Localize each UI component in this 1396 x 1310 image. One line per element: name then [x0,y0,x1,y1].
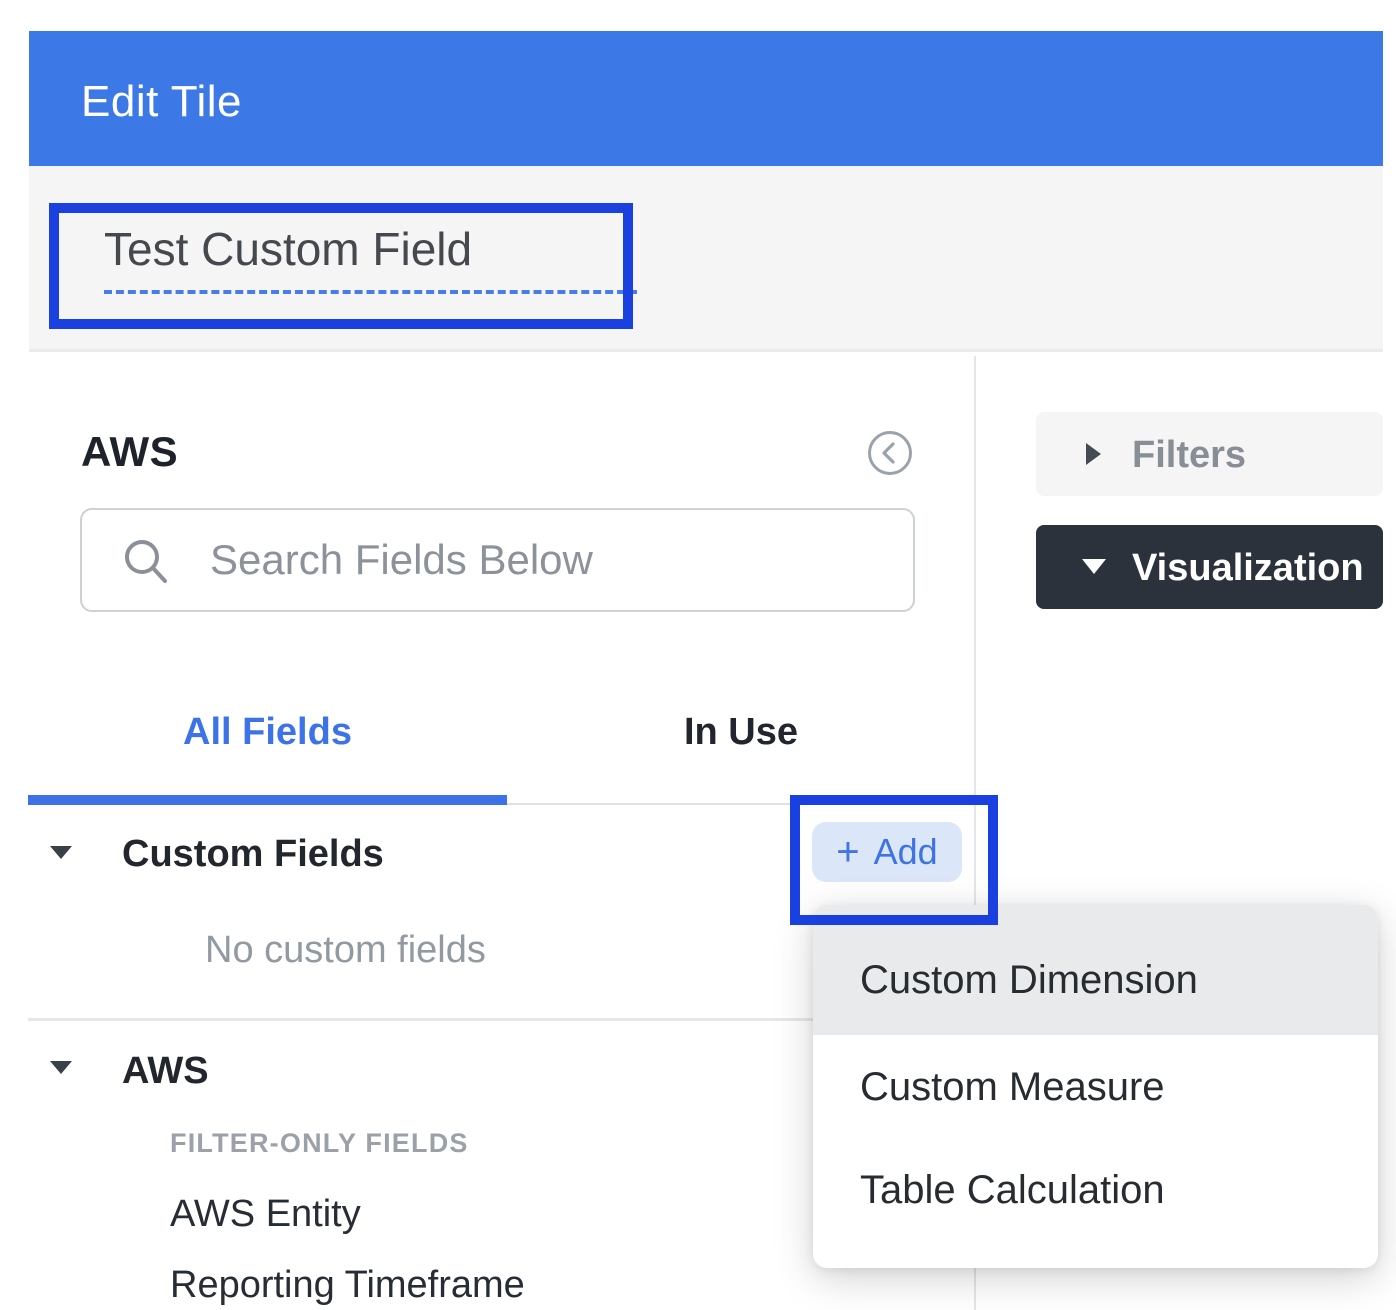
menu-item-custom-dimension[interactable]: Custom Dimension [860,958,1198,1003]
visualization-section-toggle[interactable]: Visualization [1036,525,1383,609]
filters-label: Filters [1132,434,1246,477]
menu-item-custom-measure[interactable]: Custom Measure [860,1065,1165,1110]
dialog-title: Edit Tile [81,77,242,127]
aws-group-collapse-caret[interactable] [50,1061,72,1074]
tab-in-use[interactable]: In Use [507,706,975,758]
menu-item-table-calculation[interactable]: Table Calculation [860,1168,1165,1213]
edit-tile-dialog: Edit Tile AWS All Fields In Use Custom F [0,0,1396,1310]
tile-title-section [29,166,1383,352]
caret-down-icon [50,1061,72,1074]
triangle-right-icon [1086,443,1101,465]
add-custom-field-button[interactable]: + Add [812,822,962,882]
caret-down-icon [50,846,72,859]
add-field-menu: Custom Dimension Custom Measure Table Ca… [813,905,1378,1268]
search-input[interactable] [208,518,868,602]
custom-fields-group-label[interactable]: Custom Fields [122,833,384,876]
tile-title-input[interactable] [104,222,637,294]
filters-section-toggle[interactable]: Filters [1036,412,1383,496]
filter-only-fields-label: FILTER-ONLY FIELDS [170,1128,469,1159]
aws-group-label[interactable]: AWS [122,1050,209,1093]
visualization-label: Visualization [1132,547,1364,590]
dialog-header: Edit Tile [29,31,1383,166]
tab-all-fields[interactable]: All Fields [28,706,507,758]
explore-name: AWS [81,428,178,476]
chevron-left-circle-icon [867,463,913,480]
active-tab-indicator [28,795,507,805]
field-item-aws-entity[interactable]: AWS Entity [170,1193,361,1236]
field-item-reporting-timeframe[interactable]: Reporting Timeframe [170,1264,525,1307]
search-box [80,508,915,612]
add-button-label: Add [874,834,938,870]
plus-icon: + [836,832,859,872]
collapse-panel-button[interactable] [867,430,913,476]
triangle-down-icon [1082,559,1106,574]
custom-fields-collapse-caret[interactable] [50,846,72,859]
no-custom-fields-note: No custom fields [205,929,486,972]
